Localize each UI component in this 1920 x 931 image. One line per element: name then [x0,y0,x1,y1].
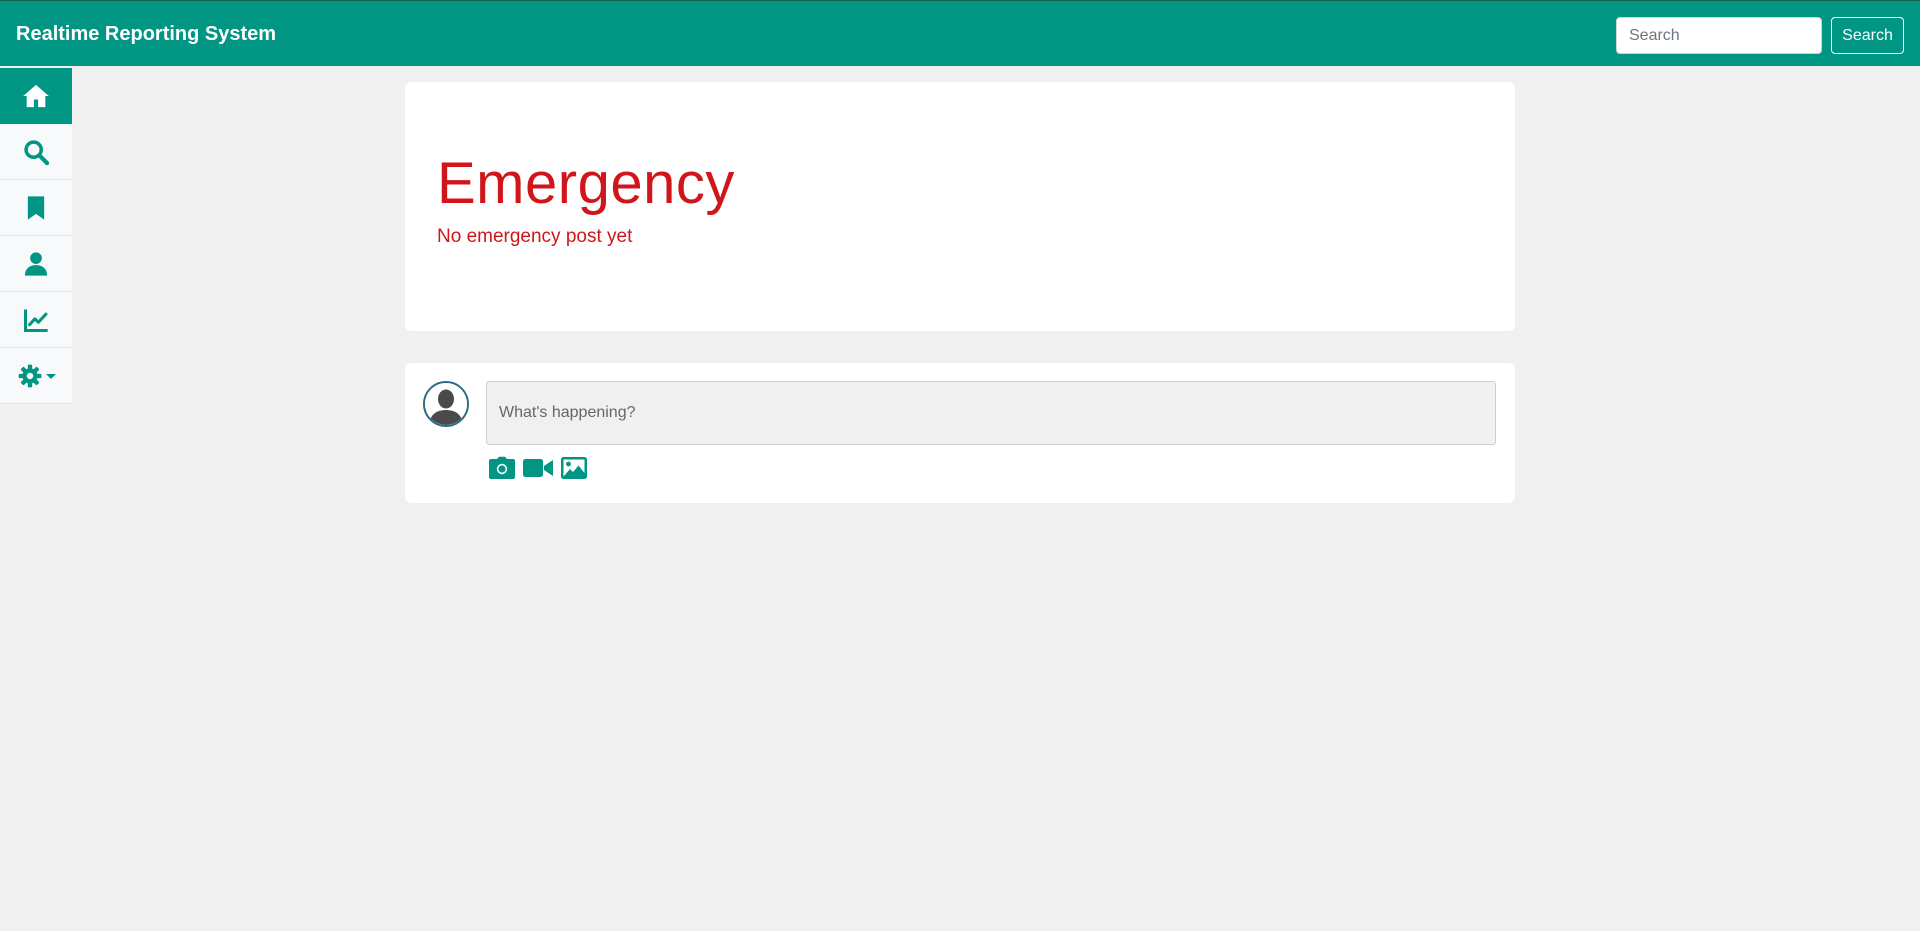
user-avatar-icon [425,383,467,425]
sidebar-item-analytics[interactable] [0,292,72,348]
sidebar [0,68,72,404]
camera-icon[interactable] [488,456,516,480]
top-navbar: Realtime Reporting System Search [0,0,1920,66]
media-buttons [488,456,588,480]
emergency-card: Emergency No emergency post yet [405,82,1515,331]
sidebar-item-home[interactable] [0,68,72,124]
brand-title[interactable]: Realtime Reporting System [16,23,276,46]
video-icon[interactable] [522,456,554,480]
user-icon [24,251,48,276]
bookmark-icon [27,195,45,220]
sidebar-item-settings[interactable] [0,348,72,404]
search-input[interactable] [1616,17,1822,54]
sidebar-item-profile[interactable] [0,236,72,292]
post-composer-card [405,363,1515,503]
sidebar-item-bookmarks[interactable] [0,180,72,236]
post-input[interactable] [486,381,1496,445]
search-icon [24,139,50,165]
emergency-empty-message: No emergency post yet [437,226,633,247]
search-button[interactable]: Search [1831,17,1904,54]
sidebar-item-search[interactable] [0,124,72,180]
home-icon [23,84,49,107]
chevron-down-icon [45,374,56,379]
image-icon[interactable] [560,456,588,480]
emergency-title: Emergency [437,151,735,216]
gear-icon [18,364,41,387]
chart-line-icon [23,309,48,332]
avatar [423,381,469,427]
